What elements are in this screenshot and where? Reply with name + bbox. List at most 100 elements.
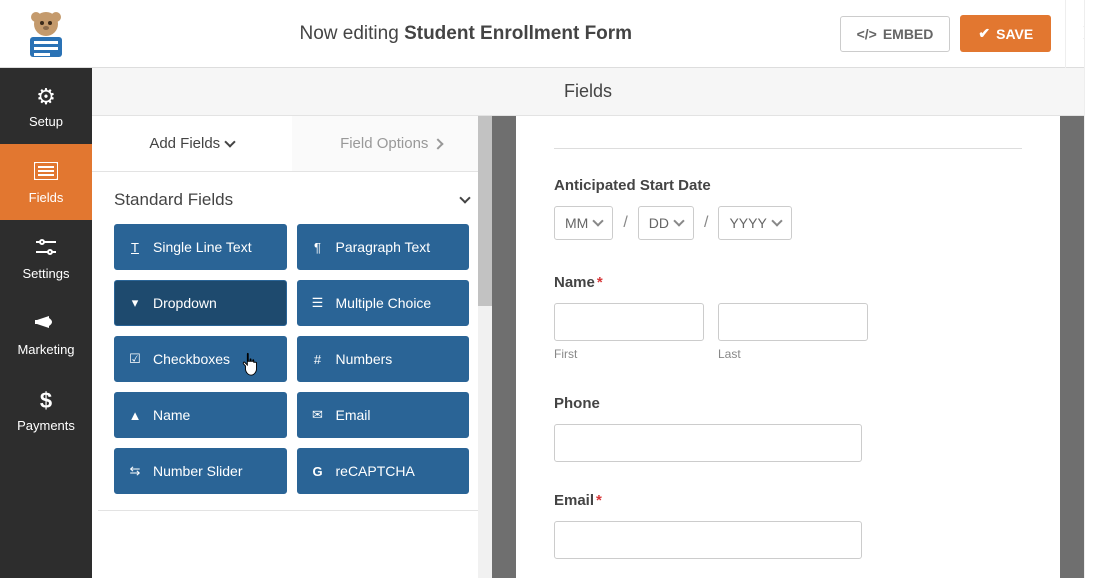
field-numbers[interactable]: # Numbers [297,336,470,382]
first-name-input[interactable] [554,303,704,341]
sidenav-label: Fields [29,190,64,205]
check-icon: ✔ [978,25,990,42]
google-icon: G [310,464,326,479]
sidenav-label: Payments [17,418,75,433]
field-label: Name [153,407,190,423]
field-label: reCAPTCHA [336,463,415,479]
top-bar: Now editing Student Enrollment Form </> … [0,0,1116,68]
day-value: DD [649,215,669,231]
chevron-down-icon [673,215,684,226]
save-label: SAVE [996,26,1033,42]
last-sublabel: Last [718,347,868,361]
field-dropdown[interactable]: ▾ Dropdown [114,280,287,326]
hashtag-icon: # [310,352,326,367]
field-label: Single Line Text [153,239,252,255]
email-label: Email* [554,492,1022,509]
field-label: Paragraph Text [336,239,431,255]
gear-icon: ⚙ [36,84,56,110]
field-recaptcha[interactable]: G reCAPTCHA [297,448,470,494]
form-name: Student Enrollment Form [404,23,632,44]
first-sublabel: First [554,347,704,361]
required-asterisk: * [596,492,602,509]
editing-title: Now editing Student Enrollment Form [92,23,840,45]
bullhorn-icon [35,312,57,338]
section-standard-fields[interactable]: Standard Fields [92,172,491,224]
form-preview: Anticipated Start Date MM / DD / YYYY [516,116,1060,578]
sidenav-setup[interactable]: ⚙ Setup [0,68,92,144]
check-square-icon: ☑ [127,351,143,367]
chevron-down-icon [459,192,470,203]
preview-area: Anticipated Start Date MM / DD / YYYY [492,116,1084,578]
field-checkboxes[interactable]: ☑ Checkboxes [114,336,287,382]
sidenav-marketing[interactable]: Marketing [0,296,92,372]
sidenav-label: Marketing [17,342,74,357]
date-separator: / [704,214,708,232]
date-separator: / [623,214,627,232]
subheader-title: Fields [564,81,612,102]
field-name[interactable]: ▲ Name [114,392,287,438]
field-name-group: Name* First Last [554,274,1022,361]
fields-panel: Add Fields Field Options Standard Fields… [92,116,492,578]
first-name-col: First [554,303,704,361]
sliders-icon [35,236,57,262]
text-cursor-icon: T [127,240,143,255]
field-paragraph-text[interactable]: ¶ Paragraph Text [297,224,470,270]
tab-label: Add Fields [149,135,220,152]
caret-square-icon: ▾ [127,295,143,311]
field-multiple-choice[interactable]: ☰ Multiple Choice [297,280,470,326]
year-select[interactable]: YYYY [718,206,791,240]
sidenav-label: Settings [23,266,70,281]
field-label: Dropdown [153,295,217,311]
save-button[interactable]: ✔ SAVE [960,15,1051,52]
sliders-h-icon: ⇆ [127,463,143,479]
field-email[interactable]: ✉ Email [297,392,470,438]
side-nav: ⚙ Setup Fields Settings Marketing $ Paym… [0,68,92,578]
editing-prefix: Now editing [300,23,399,44]
paragraph-icon: ¶ [310,240,326,255]
dollar-icon: $ [40,388,52,414]
tab-field-options[interactable]: Field Options [292,116,492,171]
field-single-line-text[interactable]: T Single Line Text [114,224,287,270]
sidenav-payments[interactable]: $ Payments [0,372,92,448]
field-label: Numbers [336,351,393,367]
divider [554,148,1022,149]
email-label-text: Email [554,492,594,509]
month-select[interactable]: MM [554,206,613,240]
start-date-label: Anticipated Start Date [554,177,1022,194]
tab-add-fields[interactable]: Add Fields [92,116,292,171]
phone-label: Phone [554,395,1022,412]
tab-label: Field Options [340,135,428,152]
name-label: Name* [554,274,1022,291]
day-select[interactable]: DD [638,206,694,240]
chevron-right-icon [433,138,444,149]
section-title: Standard Fields [114,190,233,210]
sidenav-fields[interactable]: Fields [0,144,92,220]
panel-scrollbar-thumb[interactable] [478,116,492,306]
field-email-group: Email* [554,492,1022,559]
last-name-col: Last [718,303,868,361]
field-number-slider[interactable]: ⇆ Number Slider [114,448,287,494]
field-label: Checkboxes [153,351,230,367]
name-label-text: Name [554,274,595,291]
app-logo [0,9,92,59]
list-ul-icon: ☰ [310,295,326,311]
right-edge [1084,0,1116,578]
field-label: Multiple Choice [336,295,432,311]
topbar-actions: </> EMBED ✔ SAVE [840,15,1066,52]
panel-scrollbar-track[interactable] [478,116,492,578]
sidenav-settings[interactable]: Settings [0,220,92,296]
phone-input[interactable] [554,424,862,462]
embed-button[interactable]: </> EMBED [840,16,951,52]
sidenav-label: Setup [29,114,63,129]
month-value: MM [565,215,588,231]
email-input[interactable] [554,521,862,559]
name-row: First Last [554,303,1022,361]
code-icon: </> [857,26,877,42]
list-icon [34,160,58,186]
field-grid: T Single Line Text ¶ Paragraph Text ▾ Dr… [98,224,485,511]
embed-label: EMBED [883,26,934,42]
sub-header: Fields [92,68,1084,116]
field-label: Email [336,407,371,423]
last-name-input[interactable] [718,303,868,341]
chevron-down-icon [225,136,236,147]
